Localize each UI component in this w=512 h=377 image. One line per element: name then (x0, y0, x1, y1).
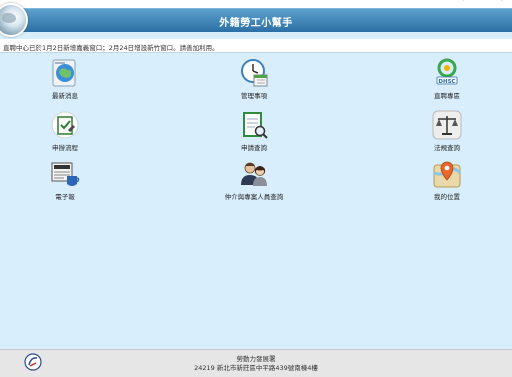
menu-item-label: 申辦流程 (52, 144, 78, 152)
menu-item-management[interactable]: 管理事項 (209, 58, 299, 100)
menu-item-direct-hiring[interactable]: DHSC 直聘專區 (402, 58, 492, 100)
menu-item-label: 法規查詢 (434, 144, 460, 152)
news-globe-icon (50, 58, 80, 88)
announcement-marquee[interactable]: 直聘中心已於1月2日新增嘉義窗口；2月24日增設新竹窗口。請善加利用。 (0, 39, 512, 53)
top-mark-left: ˙ (462, 0, 466, 8)
menu-item-latest-news[interactable]: 最新消息 (20, 58, 110, 100)
checklist-icon (50, 110, 80, 140)
footer: 勞動力發展署 24219 新北市新莊區中平路439號南棟4樓 (0, 349, 512, 377)
app-title: 外籍勞工小幫手 (219, 18, 293, 29)
menu-item-label: 申請查詢 (241, 144, 267, 152)
menu-item-label: 仲介與專案人員查詢 (224, 193, 284, 201)
menu-item-regulations-query[interactable]: 法規查詢 (402, 110, 492, 152)
document-search-icon (239, 110, 269, 140)
menu-item-application-query[interactable]: 申請查詢 (209, 110, 299, 152)
menu-item-label: 電子報 (55, 193, 75, 201)
menu-item-my-location[interactable]: 我的位置 (402, 159, 492, 201)
svg-text:DHSC: DHSC (438, 79, 455, 85)
menu-item-agency-personnel-query[interactable]: 仲介與專案人員查詢 (209, 159, 299, 201)
map-pin-icon (432, 159, 462, 189)
scales-icon (432, 110, 462, 140)
top-strip: ˙ ˙ (0, 0, 512, 8)
menu-item-label: 管理事項 (241, 92, 267, 100)
menu-item-label: 我的位置 (434, 193, 460, 201)
dhsc-logo-icon: DHSC (432, 58, 462, 88)
newspaper-icon (50, 159, 80, 189)
footer-address: 24219 新北市新莊區中平路439號南棟4樓 (194, 364, 318, 372)
top-mark-right: ˙ (500, 0, 504, 8)
menu-item-label: 直聘專區 (434, 92, 460, 100)
app-header: 外籍勞工小幫手 (0, 3, 512, 37)
menu-item-application-process[interactable]: 申辦流程 (20, 110, 110, 152)
menu-item-label: 最新消息 (52, 92, 78, 100)
clock-calendar-icon (239, 58, 269, 88)
menu-item-e-newsletter[interactable]: 電子報 (20, 159, 110, 201)
people-icon (239, 159, 269, 189)
